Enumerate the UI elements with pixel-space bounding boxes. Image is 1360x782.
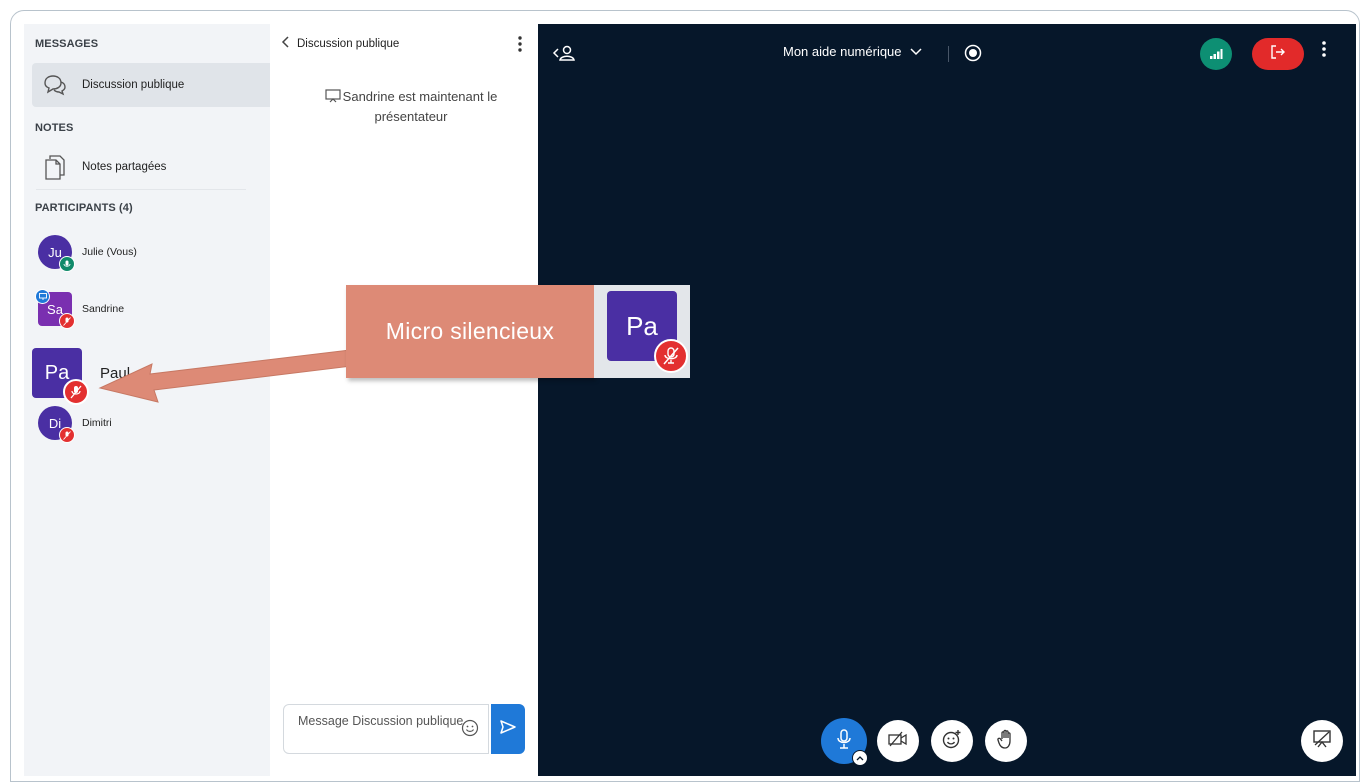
send-button[interactable] — [491, 704, 525, 754]
notes-section-title: NOTES — [35, 122, 74, 134]
more-options-icon[interactable] — [1322, 40, 1326, 63]
messages-section-title: MESSAGES — [35, 38, 99, 50]
meeting-title-dropdown[interactable]: Mon aide numérique — [783, 44, 922, 59]
separator — [948, 46, 949, 62]
participant-name: Dimitri — [82, 417, 112, 429]
reactions-button[interactable] — [931, 720, 973, 762]
participant-sandrine[interactable]: Sa Sandrine — [35, 289, 125, 329]
microphone-icon — [836, 728, 852, 754]
camera-off-icon — [888, 731, 908, 752]
shared-notes-label: Notes partagées — [82, 161, 167, 173]
chevron-left-icon[interactable] — [281, 36, 289, 51]
participant-name: Julie (Vous) — [82, 246, 137, 258]
meeting-title: Mon aide numérique — [783, 44, 902, 59]
avatar: Pa — [32, 348, 89, 405]
mic-muted-icon — [63, 379, 89, 405]
sidebar-item-shared-notes[interactable]: Notes partagées — [32, 145, 270, 189]
toggle-users-icon[interactable] — [552, 44, 576, 67]
chat-bubbles-icon — [40, 70, 70, 100]
mic-muted-icon — [59, 313, 75, 329]
presentation-toggle-button[interactable] — [1301, 720, 1343, 762]
annotation-callout: Micro silencieux — [346, 285, 594, 378]
avatar: Ju — [38, 235, 75, 272]
exit-icon — [1270, 44, 1286, 64]
camera-button[interactable] — [877, 720, 919, 762]
chevron-down-icon — [910, 44, 922, 59]
raise-hand-button[interactable] — [985, 720, 1027, 762]
presenter-icon — [35, 289, 50, 304]
send-icon — [499, 719, 517, 740]
leave-meeting-button[interactable] — [1252, 38, 1304, 70]
sidebar-item-public-chat[interactable]: Discussion publique — [32, 63, 270, 107]
participant-name: Paul — [100, 364, 131, 382]
hand-icon — [997, 729, 1015, 754]
avatar: Sa — [35, 289, 75, 329]
participant-paul[interactable]: Pa Paul — [24, 342, 270, 405]
divider — [36, 189, 246, 190]
record-icon[interactable] — [964, 44, 982, 67]
system-message: Sandrine est maintenant le présentateur — [311, 88, 511, 126]
chat-title: Discussion publique — [297, 37, 400, 50]
emoji-icon[interactable] — [461, 719, 479, 742]
mic-muted-icon — [59, 427, 75, 443]
emoji-add-icon — [941, 728, 963, 755]
main-presentation-area: Mon aide numérique — [538, 24, 1356, 776]
public-chat-label: Discussion publique — [82, 79, 185, 91]
chat-panel: Discussion publique Sandrine est mainten… — [271, 24, 538, 776]
more-options-icon[interactable] — [518, 36, 522, 57]
participants-section-title: PARTICIPANTS (4) — [35, 202, 133, 214]
avatar: Di — [38, 406, 75, 443]
message-input[interactable]: Message Discussion publique — [283, 704, 489, 754]
participant-julie[interactable]: Ju Julie (Vous) — [38, 235, 137, 272]
mic-muted-icon — [654, 339, 688, 373]
chat-header[interactable]: Discussion publique — [281, 36, 399, 51]
presentation-icon — [1312, 729, 1332, 754]
participant-dimitri[interactable]: Di Dimitri — [38, 406, 112, 443]
presentation-icon — [325, 89, 341, 108]
mic-on-icon — [59, 256, 75, 272]
document-icon — [40, 152, 70, 182]
participant-name: Sandrine — [82, 303, 125, 315]
audio-options-icon[interactable] — [852, 750, 868, 766]
annotation-zoom-panel: Pa — [594, 285, 690, 378]
connection-status-icon[interactable] — [1200, 38, 1232, 70]
